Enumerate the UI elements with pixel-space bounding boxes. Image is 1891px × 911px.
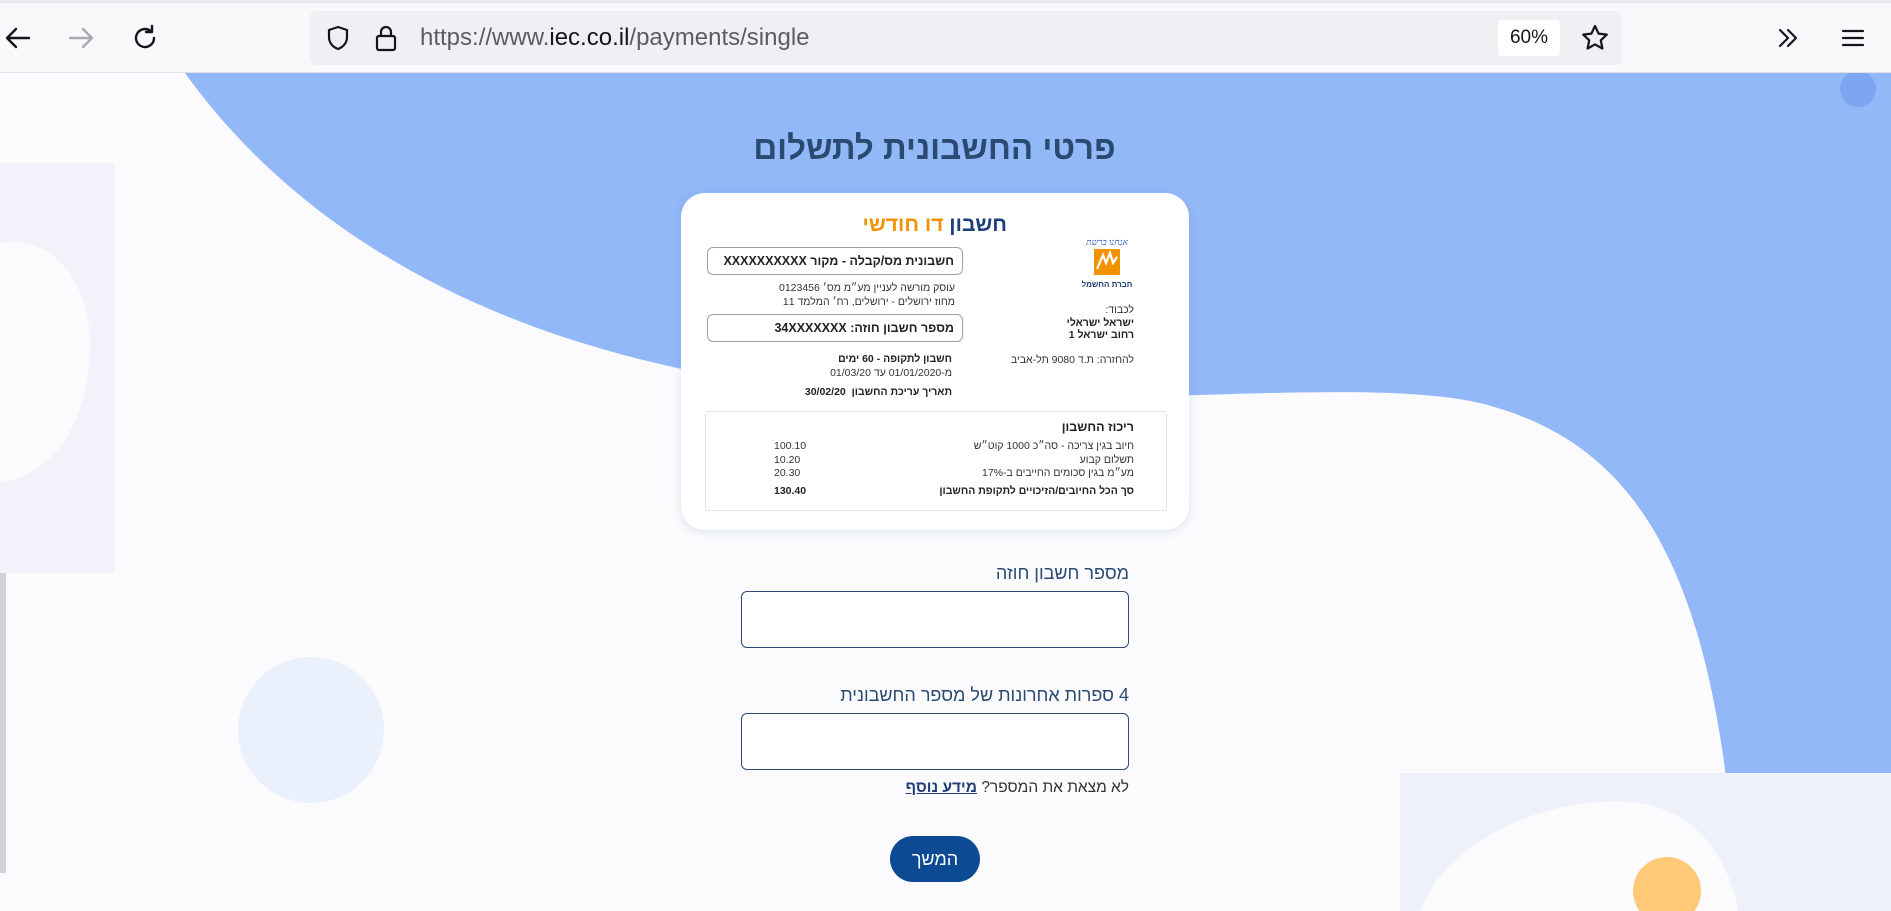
overflow-menu-button[interactable]	[1770, 20, 1806, 56]
invoice-number-field: חשבונית מס/קבלה - מקור XXXXXXXXXX	[707, 247, 963, 275]
summary-total-row: סך הכל החיובים/הזיכויים לתקופת החשבון 130…	[724, 485, 1134, 497]
page-content: פרטי החשבונית לתשלום חשבון דו חודשי אנחנ…	[0, 73, 1891, 911]
reload-button[interactable]	[127, 20, 163, 56]
bill-title: חשבון דו חודשי	[863, 213, 1007, 237]
url-path: /payments/single	[629, 24, 810, 51]
invoice-digits-label: 4 ספרות אחרונות של מספר החשבונית	[840, 685, 1129, 705]
business-line-1: עוסק מורשה לעניין מע״מ מס׳ 0123456	[778, 282, 955, 294]
toolbar-top-border	[0, 0, 1891, 3]
page-title: פרטי החשבונית לתשלום	[753, 129, 1116, 166]
zoom-indicator[interactable]: 60%	[1498, 20, 1560, 56]
summary-row: תשלום קבוע 10.20	[724, 454, 1134, 466]
issue-date-line: תאריך עריכת החשבון 30/02/20	[805, 386, 952, 398]
summary-row-value: 20.30	[774, 467, 801, 479]
reload-icon	[134, 24, 156, 49]
address-bar[interactable]: https://www.iec.co.il/payments/single 60…	[310, 11, 1622, 65]
summary-row-value: 10.20	[774, 454, 801, 466]
summary-total-value: 130.40	[774, 485, 807, 497]
url-text[interactable]: https://www.iec.co.il/payments/single	[420, 24, 810, 52]
issue-date-label: תאריך עריכת החשבון	[851, 386, 952, 398]
forward-arrow-icon	[68, 27, 94, 49]
bill-period-line: חשבון לתקופה - 60 ימים	[838, 353, 952, 365]
business-line-2: מחוז ירושלים - ירושלים, רח׳ המלמד 11	[782, 296, 955, 308]
bill-title-main: חשבון	[949, 213, 1007, 236]
bookmark-star-icon[interactable]	[1580, 23, 1610, 53]
help-text: לא מצאת את המספר?	[981, 779, 1129, 796]
summary-row: מע״מ בגין סכומים החייבים ב-17% 20.30	[724, 467, 1134, 479]
back-button[interactable]	[0, 20, 36, 56]
help-line: לא מצאת את המספר? מידע נוסף	[906, 779, 1129, 797]
summary-row-label: תשלום קבוע	[1079, 454, 1134, 466]
url-prefix: https://www.	[420, 24, 550, 51]
more-info-link[interactable]: מידע נוסף	[906, 779, 977, 796]
shield-icon[interactable]	[324, 24, 352, 52]
contract-number-field: מספר חשבון חוזה: 34XXXXXXX	[707, 314, 963, 342]
contract-number-label: מספר חשבון חוזה	[995, 563, 1129, 583]
bill-title-accent: דו חודשי	[862, 213, 944, 236]
bill-dates-line: מ-01/01/2020 עד 01/03/20	[830, 367, 952, 379]
bill-summary-box: ריכוז החשבון חיוב בגין צריכה - סה״כ 1000…	[705, 411, 1167, 511]
summary-row-label: חיוב בגין צריכה - סה״כ 1000 קוט״ש	[973, 440, 1134, 452]
back-arrow-icon	[5, 27, 31, 49]
summary-total-label: סך הכל החיובים/הזיכויים לתקופת החשבון	[939, 485, 1134, 497]
app-menu-button[interactable]	[1835, 20, 1871, 56]
contract-number-input[interactable]	[741, 591, 1129, 648]
iec-logo: אנחנו ברשת חברת החשמל	[1077, 233, 1135, 291]
iec-logo-mark-icon: אנחנו ברשת חברת החשמל	[1082, 237, 1133, 289]
iec-logo-script: אנחנו ברשת	[1085, 237, 1128, 247]
recipient-name: ישראל ישראלי	[1066, 317, 1134, 329]
forward-button[interactable]	[63, 20, 99, 56]
summary-heading: ריכוז החשבון	[1061, 420, 1134, 434]
continue-button[interactable]: המשך	[890, 836, 980, 882]
bill-sample-card: חשבון דו חודשי אנחנו ברשת חברת החשמל חשב…	[681, 193, 1189, 530]
issue-date-value: 30/02/20	[804, 386, 846, 398]
double-chevron-icon	[1778, 28, 1798, 48]
summary-row: חיוב בגין צריכה - סה״כ 1000 קוט״ש 100.10	[724, 440, 1134, 452]
return-address: להחזרה: ת.ד 9080 תל-אביב	[1010, 354, 1134, 366]
recipient-label: לכבוד:	[1105, 304, 1134, 316]
lock-icon[interactable]	[373, 23, 399, 53]
browser-toolbar: https://www.iec.co.il/payments/single 60…	[0, 0, 1891, 73]
summary-row-value: 100.10	[774, 440, 807, 452]
summary-row-label: מע״מ בגין סכומים החייבים ב-17%	[981, 467, 1134, 479]
iec-logo-caption: חברת החשמל	[1082, 280, 1133, 289]
url-host: iec.co.il	[549, 24, 630, 51]
invoice-digits-input[interactable]	[741, 713, 1129, 770]
hamburger-menu-icon	[1841, 29, 1865, 47]
recipient-street: רחוב ישראל 1	[1068, 329, 1134, 341]
